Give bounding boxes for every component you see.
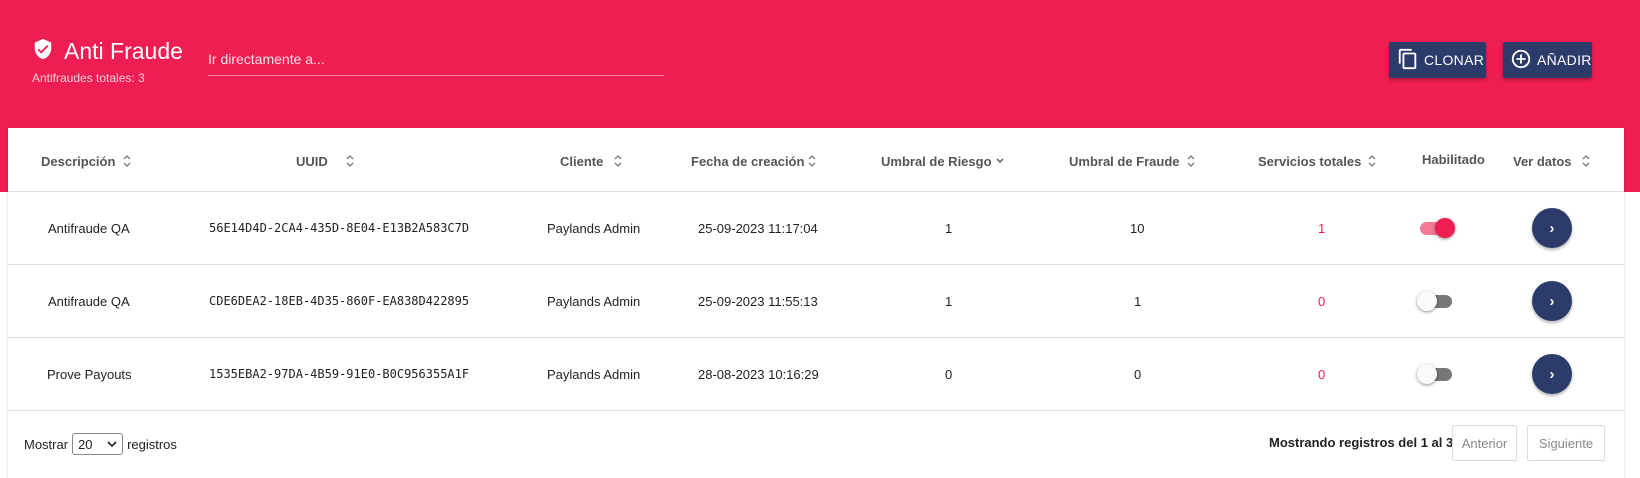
cell-umbral-riesgo: 1 (945, 221, 953, 236)
add-circle-icon (1510, 48, 1537, 73)
cell-servicios-link[interactable]: 0 (1318, 367, 1325, 382)
sort-icon[interactable] (1581, 153, 1591, 169)
habilitado-toggle[interactable] (1417, 291, 1453, 311)
copy-icon (1397, 48, 1424, 73)
sort-desc-icon[interactable] (995, 153, 1005, 169)
sort-icon[interactable] (345, 153, 355, 169)
column-header-uuid[interactable]: UUID (296, 154, 328, 169)
chevron-right-icon: › (1549, 365, 1555, 383)
cell-umbral-riesgo: 1 (945, 294, 953, 309)
cell-uuid: CDE6DEA2-18EB-4D35-860F-EA838D422895 (209, 294, 470, 308)
column-header-servicios[interactable]: Servicios totales (1258, 154, 1361, 169)
chevron-down-icon (107, 437, 117, 452)
cell-umbral-riesgo: 0 (945, 367, 953, 382)
cell-cliente: Paylands Admin (547, 294, 641, 309)
view-details-button[interactable]: › (1532, 354, 1572, 394)
column-header-fecha[interactable]: Fecha de creación (691, 154, 804, 169)
page-size-value: 20 (78, 436, 93, 452)
page-size-control: Mostrar 20 registros (24, 433, 177, 455)
page-title: Anti Fraude (64, 38, 183, 64)
records-label: registros (127, 436, 177, 452)
toggle-knob (1435, 218, 1455, 238)
cell-umbral-fraude: 1 (1134, 294, 1142, 309)
next-page-button[interactable]: Siguiente (1527, 425, 1605, 461)
add-button[interactable]: AÑADIR (1503, 42, 1592, 78)
view-details-button[interactable]: › (1532, 208, 1572, 248)
title-block: Anti Fraude Antifraudes totales: 3 (32, 38, 183, 85)
cell-fecha: 28-08-2023 10:16:29 (698, 367, 819, 382)
clone-button-label: CLONAR (1424, 52, 1485, 68)
column-header-umbral-fraude[interactable]: Umbral de Fraude (1069, 154, 1180, 169)
table-footer: Mostrar 20 registros Mostrando registros… (8, 411, 1624, 478)
sort-icon[interactable] (122, 153, 132, 169)
sort-icon[interactable] (807, 153, 817, 169)
cell-cliente: Paylands Admin (547, 221, 641, 236)
cell-descripcion: Antifraude QA (48, 294, 130, 309)
column-header-habilitado: Habilitado (1422, 152, 1485, 167)
cell-servicios-link[interactable]: 0 (1318, 294, 1325, 309)
table-row: Prove Payouts 1535EBA2-97DA-4B59-91E0-B0… (8, 338, 1624, 411)
cell-umbral-fraude: 0 (1134, 367, 1142, 382)
cell-servicios-link[interactable]: 1 (1318, 221, 1325, 236)
column-header-ver-datos[interactable]: Ver datos (1513, 154, 1572, 169)
search-input[interactable]: Ir directamente a... (208, 46, 664, 76)
toggle-knob (1417, 291, 1437, 311)
title-row: Anti Fraude (32, 38, 183, 65)
sort-icon[interactable] (1367, 153, 1377, 169)
show-label: Mostrar (24, 436, 69, 452)
habilitado-toggle[interactable] (1417, 218, 1455, 238)
page-size-select[interactable]: 20 (72, 433, 124, 455)
cell-umbral-fraude: 10 (1130, 221, 1145, 236)
cell-uuid: 1535EBA2-97DA-4B59-91E0-B0C956355A1F (209, 367, 470, 381)
clone-button[interactable]: CLONAR (1389, 42, 1486, 78)
toggle-knob (1417, 364, 1437, 384)
pagination-info: Mostrando registros del 1 al 3 (1269, 435, 1454, 450)
habilitado-toggle[interactable] (1417, 364, 1453, 384)
column-header-cliente[interactable]: Cliente (560, 154, 603, 169)
column-header-umbral-riesgo[interactable]: Umbral de Riesgo (881, 154, 992, 169)
column-header-descripcion[interactable]: Descripción (41, 154, 115, 169)
sort-icon[interactable] (613, 153, 623, 169)
table-header: Descripción UUID Cliente Fecha de creaci… (8, 128, 1624, 192)
cell-fecha: 25-09-2023 11:55:13 (698, 294, 818, 309)
add-button-label: AÑADIR (1537, 52, 1592, 68)
cell-fecha: 25-09-2023 11:17:04 (698, 221, 818, 236)
total-count-label: Antifraudes totales: 3 (32, 71, 145, 85)
shield-check-icon (32, 38, 64, 65)
table-row: Antifraude QA 56E14D4D-2CA4-435D-8E04-E1… (8, 192, 1624, 265)
table-row: Antifraude QA CDE6DEA2-18EB-4D35-860F-EA… (8, 265, 1624, 338)
chevron-right-icon: › (1549, 292, 1555, 310)
cell-descripcion: Prove Payouts (47, 367, 132, 382)
cell-descripcion: Antifraude QA (48, 221, 130, 236)
cell-uuid: 56E14D4D-2CA4-435D-8E04-E13B2A583C7D (209, 221, 470, 235)
sort-icon[interactable] (1186, 153, 1196, 169)
chevron-right-icon: › (1549, 219, 1555, 237)
cell-cliente: Paylands Admin (547, 367, 641, 382)
antifraud-table-card: Descripción UUID Cliente Fecha de creaci… (8, 128, 1624, 478)
previous-page-button[interactable]: Anterior (1452, 425, 1517, 461)
view-details-button[interactable]: › (1532, 281, 1572, 321)
